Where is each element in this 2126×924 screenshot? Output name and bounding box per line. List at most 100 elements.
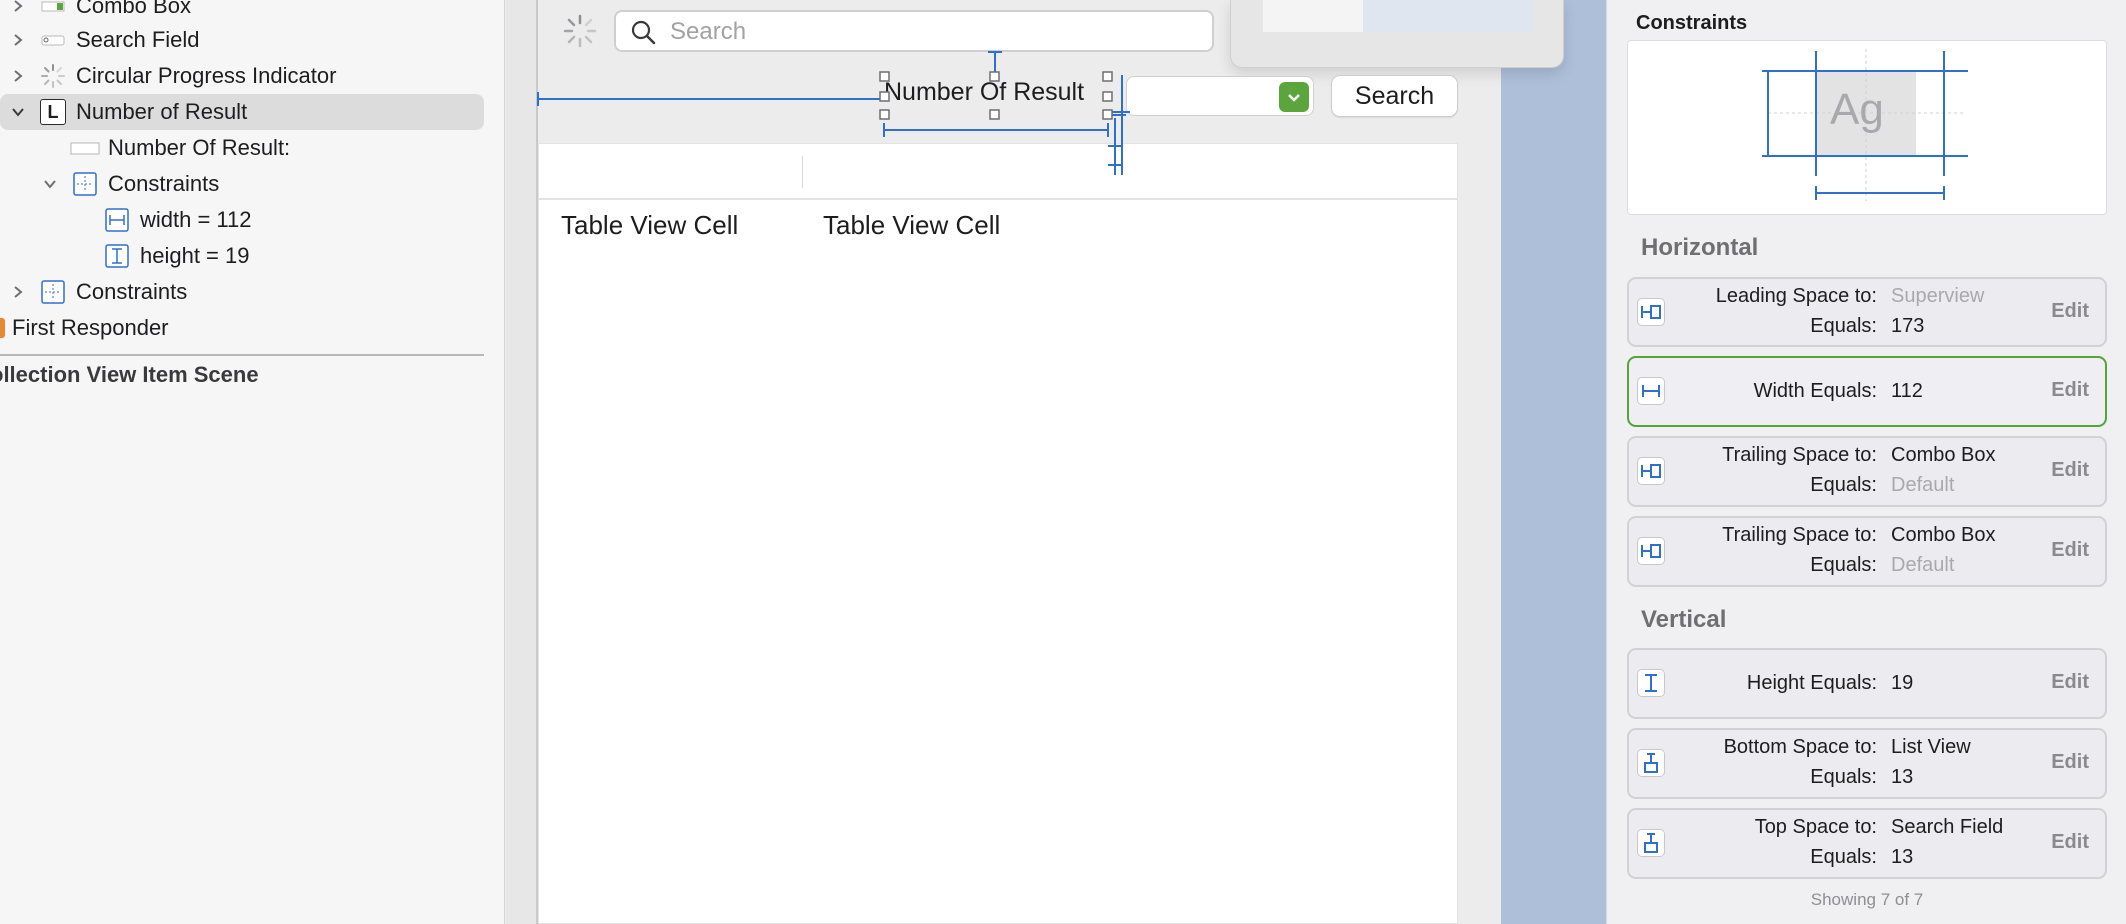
search-icon: [630, 19, 656, 45]
constraint-value: Default: [1891, 474, 1955, 496]
trailing-space-icon: [1637, 457, 1665, 485]
table-view[interactable]: Table View Cell Table View Cell: [538, 143, 1458, 924]
spinner-icon: [40, 63, 66, 89]
outline-item-progress-indicator[interactable]: Circular Progress Indicator: [0, 58, 484, 94]
constraint-label: Equals:: [1810, 315, 1877, 337]
outline-item-constraints[interactable]: Constraints: [0, 166, 484, 202]
chevron-down-icon[interactable]: [43, 177, 57, 191]
constraint-label: Bottom Space to:: [1723, 736, 1877, 758]
combo-box-icon: [40, 0, 66, 19]
constraint-row-width[interactable]: Width Equals: 112 Edit: [1627, 356, 2107, 427]
constraint-label: Trailing Space to:: [1722, 444, 1877, 466]
search-button[interactable]: Search: [1331, 75, 1458, 117]
constraint-label: Trailing Space to:: [1722, 524, 1877, 546]
constraint-label: Equals:: [1810, 766, 1877, 788]
constraint-label: Equals:: [1810, 474, 1877, 496]
table-view-cell[interactable]: Table View Cell: [561, 210, 738, 241]
outline-item-label: Circular Progress Indicator: [76, 63, 337, 88]
table-view-cell[interactable]: Table View Cell: [823, 210, 1000, 241]
trailing-space-icon: [1637, 537, 1665, 565]
constraint-value: 13: [1891, 766, 1914, 788]
outline-item-label: Number Of Result:: [108, 135, 291, 160]
xcode-interface-builder: Combo Box Search Field Circular Progress…: [0, 0, 2126, 924]
constraint-value: 112: [1891, 380, 1923, 402]
search-field[interactable]: Search: [614, 10, 1214, 52]
chevron-right-icon[interactable]: [11, 33, 25, 47]
constraint-row-height[interactable]: Height Equals: 19 Edit: [1627, 648, 2107, 719]
outline-item-combo-box[interactable]: Combo Box: [0, 0, 484, 24]
table-header[interactable]: [539, 144, 1457, 200]
scene-title[interactable]: ollection View Item Scene: [0, 362, 259, 388]
popover-swatch: [1263, 0, 1363, 32]
constraint-value: Default: [1891, 554, 1955, 576]
edit-button[interactable]: Edit: [2051, 831, 2089, 854]
outline-item-width-constraint[interactable]: width = 112: [0, 202, 484, 238]
column-divider[interactable]: [802, 156, 803, 188]
search-field-icon: [40, 27, 66, 53]
number-of-result-label[interactable]: Number Of Result: [884, 78, 1100, 114]
outline-item-height-constraint[interactable]: height = 19: [0, 238, 484, 274]
outline-item-constraints[interactable]: Constraints: [0, 274, 484, 310]
showing-count: Showing 7 of 7: [1810, 890, 1924, 909]
outline-item-label: Search Field: [76, 27, 200, 52]
preview-text: Ag: [1830, 85, 1884, 134]
chevron-right-icon[interactable]: [11, 285, 25, 299]
constraint-label: Top Space to:: [1754, 816, 1877, 838]
width-constraint-icon: [104, 207, 130, 233]
outline-item-label: Combo Box: [76, 0, 191, 18]
chevron-right-icon[interactable]: [11, 0, 25, 13]
combo-box[interactable]: [1126, 76, 1314, 116]
edit-button[interactable]: Edit: [2051, 671, 2089, 694]
constraint-label: Equals:: [1810, 846, 1877, 868]
constraint-row-trailing-space[interactable]: Trailing Space to: Combo Box Equals: Def…: [1627, 436, 2107, 507]
constraints-preview: Ag: [1627, 40, 2107, 215]
constraints-icon: [40, 279, 66, 305]
outline-item-number-of-result[interactable]: L Number of Result: [0, 94, 484, 130]
height-icon: [1637, 669, 1665, 697]
edit-button[interactable]: Edit: [2051, 300, 2089, 323]
constraint-value: List View: [1891, 736, 1971, 758]
chevron-down-icon[interactable]: [1279, 82, 1309, 112]
width-icon: [1637, 377, 1665, 405]
constraint-value: Search Field: [1891, 816, 2004, 838]
constraint-row-leading-space[interactable]: Leading Space to: Superview Equals: 173 …: [1627, 277, 2107, 347]
constraint-value: Combo Box: [1891, 444, 1996, 466]
edit-button[interactable]: Edit: [2051, 459, 2089, 482]
document-outline: Combo Box Search Field Circular Progress…: [0, 0, 505, 924]
constraint-row-top-space[interactable]: Top Space to: Search Field Equals: 13 Ed…: [1627, 808, 2107, 879]
edit-button[interactable]: Edit: [2051, 751, 2089, 774]
edit-button[interactable]: Edit: [2051, 539, 2089, 562]
constraint-label: Leading Space to:: [1715, 285, 1877, 307]
leading-space-icon: [1637, 298, 1665, 326]
chevron-right-icon[interactable]: [11, 69, 25, 83]
constraint-value: 19: [1891, 672, 1914, 694]
constraint-row-trailing-space[interactable]: Trailing Space to: Combo Box Equals: Def…: [1627, 516, 2107, 587]
height-constraint-icon: [104, 243, 130, 269]
constraint-value: 13: [1891, 846, 1914, 868]
outline-item-search-field[interactable]: Search Field: [0, 22, 484, 58]
search-placeholder: Search: [670, 18, 747, 45]
canvas-background-strip: [1501, 0, 1607, 924]
spinner-icon[interactable]: [562, 13, 598, 49]
size-inspector: Constraints Ag Horizontal Leading Space …: [1606, 0, 2126, 924]
scene-divider: [0, 354, 484, 356]
constraint-label: Width Equals:: [1753, 380, 1877, 402]
outline-item-label: Constraints: [76, 279, 188, 304]
constraint-row-bottom-space[interactable]: Bottom Space to: List View Equals: 13 Ed…: [1627, 728, 2107, 799]
label-icon: L: [40, 99, 66, 125]
vertical-header: Vertical: [1641, 606, 1727, 633]
inspector-title: Constraints: [1636, 12, 1748, 34]
chevron-down-icon[interactable]: [11, 105, 25, 119]
outline-item-label: Number of Result: [76, 99, 248, 124]
popover-swatch: [1363, 0, 1533, 32]
popover-panel: [1230, 0, 1564, 68]
horizontal-header: Horizontal: [1641, 234, 1759, 261]
edit-button[interactable]: Edit: [2051, 379, 2089, 402]
constraint-value: 173: [1891, 315, 1925, 337]
text-cell-icon: [70, 135, 100, 161]
constraint-label: Equals:: [1810, 554, 1877, 576]
outline-item-text-field-cell[interactable]: Number Of Result:: [0, 130, 484, 166]
constraints-icon: [72, 171, 98, 197]
constraint-label: Height Equals:: [1746, 672, 1877, 694]
outline-item-first-responder[interactable]: First Responder: [0, 310, 484, 346]
